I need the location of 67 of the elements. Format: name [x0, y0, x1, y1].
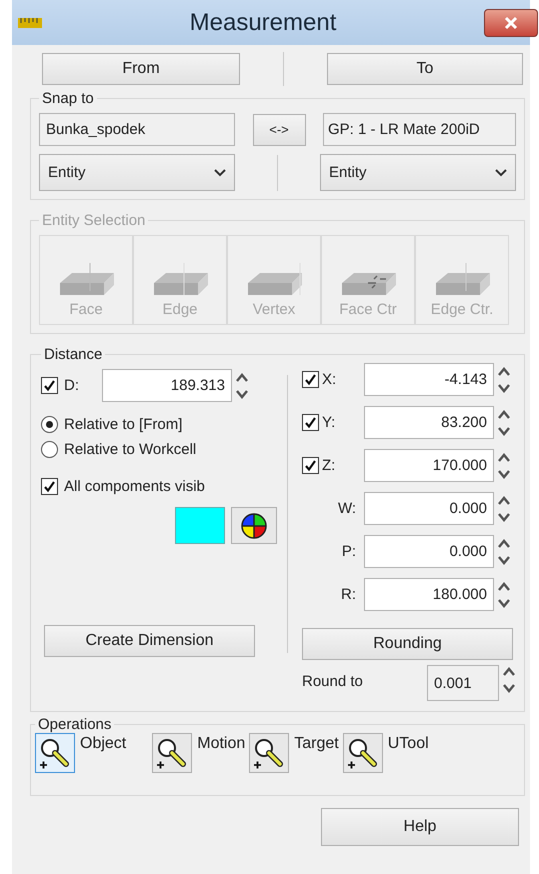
from-button[interactable]: From [42, 53, 240, 85]
radio-label: Relative to [From] [64, 416, 182, 433]
round-to-field[interactable]: 0.001 [427, 665, 499, 701]
field-label: P: [340, 543, 357, 560]
create-dimension-button[interactable]: Create Dimension [44, 625, 255, 657]
field-label: D: [64, 377, 80, 394]
spinner-arrows-icon[interactable] [497, 494, 511, 524]
find-button[interactable] [342, 733, 383, 773]
from-object-field[interactable]: Bunka_spodek [39, 113, 235, 146]
to-object-field[interactable]: GP: 1 - LR Mate 200iD [323, 113, 516, 146]
checkbox[interactable] [41, 377, 58, 394]
ruler-icon [18, 18, 42, 28]
field-label: R: [340, 586, 357, 603]
field-label: X: [322, 371, 338, 388]
spinner-arrows-icon[interactable] [497, 364, 511, 394]
coordinate-field[interactable]: 180.000 [364, 578, 494, 611]
find-button[interactable] [35, 733, 75, 773]
field-label: Z: [322, 457, 336, 474]
radio-button[interactable] [41, 416, 58, 433]
find-button[interactable] [249, 733, 290, 773]
group-title: Entity Selection [41, 212, 146, 229]
spinner-arrows-icon[interactable] [497, 580, 511, 610]
radio-button[interactable] [41, 441, 58, 458]
close-button[interactable] [484, 8, 538, 36]
magnifier-plus-icon [346, 736, 380, 770]
field-label: Y: [322, 414, 336, 431]
find-button[interactable] [152, 733, 192, 773]
coordinate-field[interactable]: 83.200 [364, 406, 494, 439]
close-icon [504, 16, 518, 30]
checkbox[interactable] [41, 478, 58, 495]
color-swatch[interactable] [175, 507, 225, 544]
to-button[interactable]: To [327, 53, 523, 85]
operation-label: UTool [388, 735, 429, 753]
coordinate-field[interactable]: 0.000 [364, 492, 494, 525]
coordinate-field[interactable]: 0.000 [364, 535, 494, 568]
spinner-arrows-icon[interactable] [497, 536, 511, 566]
operation-label: Motion [197, 735, 246, 753]
coordinate-field[interactable]: -4.143 [364, 363, 494, 396]
field-label: W: [336, 500, 357, 517]
spinner-arrows-icon[interactable] [235, 370, 249, 400]
swap-button[interactable]: <-> [252, 114, 306, 146]
distance-field[interactable]: 189.313 [102, 369, 232, 402]
color-wheel-icon [241, 512, 267, 538]
group-title: Operations [37, 716, 112, 733]
help-button[interactable]: Help [321, 808, 519, 846]
rounding-button[interactable]: Rounding [302, 628, 513, 660]
spinner-arrows-icon[interactable] [502, 665, 516, 695]
chevron-down-icon [495, 168, 507, 176]
magnifier-plus-icon [38, 736, 72, 770]
entity-dropdown[interactable]: Entity [39, 154, 235, 191]
radio-label: Relative to Workcell [64, 441, 196, 458]
coordinate-field[interactable]: 170.000 [364, 449, 494, 482]
checkbox[interactable] [302, 414, 319, 431]
checkbox-label: All compoments visib [64, 478, 205, 495]
group-title: Distance [43, 346, 104, 363]
operation-label: Target [294, 735, 339, 753]
operation-label: Object [80, 735, 126, 753]
window-title: Measurement [188, 8, 338, 36]
spinner-arrows-icon[interactable] [497, 408, 511, 438]
checkbox[interactable] [302, 457, 319, 474]
spinner-arrows-icon[interactable] [497, 450, 511, 480]
entity-dropdown[interactable]: Entity [320, 154, 516, 191]
round-to-label: Round to [302, 673, 364, 690]
group-title: Snap to [41, 90, 95, 107]
checkbox[interactable] [302, 371, 319, 388]
color-picker-button[interactable] [231, 507, 277, 544]
chevron-down-icon [214, 168, 226, 176]
